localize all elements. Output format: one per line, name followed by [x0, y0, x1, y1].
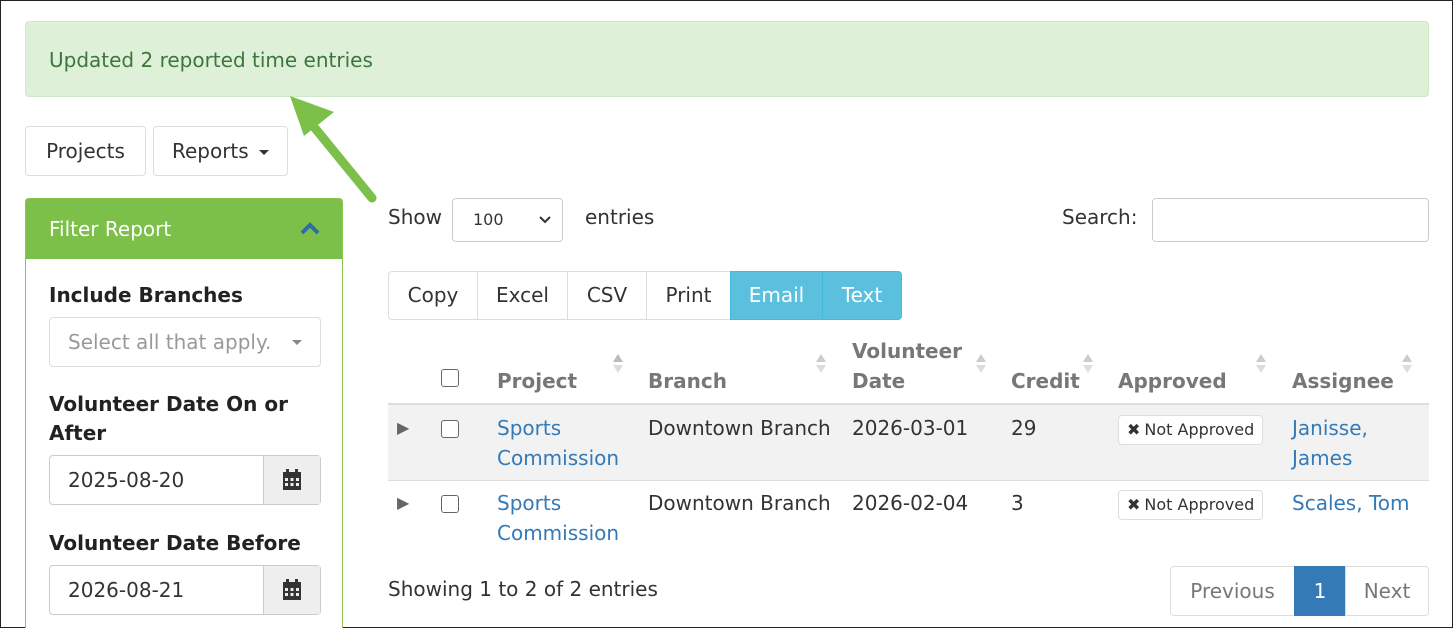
- project-link[interactable]: Sports Commission: [497, 413, 619, 473]
- close-icon: ✖: [1127, 420, 1141, 439]
- calendar-icon: [283, 469, 301, 490]
- date-cell: 2026-02-04: [852, 491, 969, 515]
- show-label: Show: [388, 205, 442, 229]
- email-button[interactable]: Email: [730, 271, 823, 320]
- date-before-input[interactable]: 2026-08-21: [50, 566, 263, 614]
- next-page-button[interactable]: Next: [1345, 566, 1429, 616]
- credit-cell: 29: [1011, 416, 1037, 440]
- project-link-line2: Commission: [497, 521, 620, 545]
- alert-message: Updated 2 reported time entries: [49, 48, 373, 72]
- page-1-button[interactable]: 1: [1294, 566, 1346, 616]
- branch-cell: Downtown Branch: [648, 491, 831, 515]
- projects-button[interactable]: Projects: [25, 126, 146, 176]
- print-button[interactable]: Print: [646, 271, 731, 320]
- page-size-value: 100: [473, 210, 504, 229]
- branches-label: Include Branches: [49, 283, 243, 307]
- status-badge-label: Not Approved: [1144, 420, 1255, 439]
- csv-button[interactable]: CSV: [567, 271, 647, 320]
- sort-icon: [1083, 354, 1093, 373]
- projects-label: Projects: [46, 139, 125, 163]
- row-checkbox[interactable]: [441, 420, 459, 438]
- page-size-select[interactable]: 100: [452, 198, 563, 242]
- expand-row-icon[interactable]: ▶: [397, 418, 409, 437]
- filter-panel-header[interactable]: Filter Report: [26, 199, 342, 259]
- table-info: Showing 1 to 2 of 2 entries: [388, 577, 658, 601]
- sort-icon: [613, 354, 623, 373]
- column-header-assignee[interactable]: Assignee: [1292, 366, 1394, 396]
- date-after-group: 2025-08-20: [49, 455, 321, 505]
- calendar-icon: [283, 579, 301, 600]
- project-link[interactable]: Sports Commission: [497, 488, 619, 548]
- expand-row-icon[interactable]: ▶: [397, 493, 409, 512]
- date-after-input[interactable]: 2025-08-20: [50, 456, 263, 504]
- branch-cell: Downtown Branch: [648, 416, 831, 440]
- assignee-link[interactable]: Scales, Tom: [1292, 488, 1409, 518]
- column-header-credit[interactable]: Credit: [1011, 366, 1080, 396]
- filter-title: Filter Report: [49, 217, 172, 241]
- search-input[interactable]: [1152, 198, 1429, 242]
- callout-arrow-icon: [290, 96, 377, 203]
- date-before-label: Volunteer Date Before: [49, 531, 301, 555]
- date-after-label: Volunteer Date On or After: [49, 392, 288, 445]
- close-icon: ✖: [1127, 495, 1141, 514]
- status-badge-label: Not Approved: [1144, 495, 1255, 514]
- credit-cell: 3: [1011, 491, 1024, 515]
- copy-button[interactable]: Copy: [388, 271, 478, 320]
- volunteer-date-line1: Volunteer: [852, 339, 963, 363]
- sort-icon: [1402, 354, 1412, 373]
- success-alert: Updated 2 reported time entries: [25, 21, 1429, 97]
- assignee-link-line1: Janisse,: [1292, 416, 1368, 440]
- sort-icon: [816, 354, 826, 373]
- export-button-group: Copy Excel CSV Print Email Text: [388, 271, 902, 320]
- select-all-checkbox[interactable]: [441, 369, 459, 387]
- column-header-project[interactable]: Project: [497, 366, 577, 396]
- caret-down-icon: [259, 150, 270, 155]
- text-button[interactable]: Text: [822, 271, 902, 320]
- row-checkbox[interactable]: [441, 495, 459, 513]
- volunteer-date-line2: Date: [852, 369, 906, 393]
- previous-page-button[interactable]: Previous: [1170, 566, 1295, 616]
- project-link-line2: Commission: [497, 446, 620, 470]
- search-label: Search:: [1062, 205, 1138, 229]
- date-after-calendar-button[interactable]: [263, 456, 320, 504]
- sort-icon: [976, 354, 986, 373]
- branches-select[interactable]: Select all that apply.: [49, 317, 321, 367]
- pagination: Previous 1 Next: [1170, 566, 1429, 616]
- date-before-group: 2026-08-21: [49, 565, 321, 615]
- date-cell: 2026-03-01: [852, 416, 969, 440]
- status-badge: ✖ Not Approved: [1118, 415, 1264, 445]
- branches-placeholder: Select all that apply.: [68, 330, 272, 354]
- status-badge: ✖ Not Approved: [1118, 490, 1264, 520]
- assignee-link[interactable]: Janisse, James: [1292, 413, 1368, 473]
- project-link-line1: Sports: [497, 491, 562, 515]
- column-header-volunteer-date[interactable]: Volunteer Date: [852, 336, 962, 396]
- project-link-line1: Sports: [497, 416, 562, 440]
- entries-label: entries: [585, 205, 655, 229]
- assignee-link-line2: James: [1292, 446, 1353, 470]
- chevron-down-icon: [539, 216, 551, 224]
- date-before-calendar-button[interactable]: [263, 566, 320, 614]
- caret-down-icon: [292, 340, 302, 345]
- reports-label: Reports: [171, 139, 249, 163]
- chevron-up-icon[interactable]: [300, 221, 320, 235]
- row-divider: [388, 480, 1429, 481]
- sort-icon: [1256, 354, 1266, 373]
- filter-panel: Filter Report Include Branches Select al…: [25, 198, 343, 628]
- column-header-approved[interactable]: Approved: [1118, 366, 1227, 396]
- reports-dropdown-button[interactable]: Reports: [153, 126, 288, 176]
- excel-button[interactable]: Excel: [477, 271, 568, 320]
- column-header-branch[interactable]: Branch: [648, 366, 727, 396]
